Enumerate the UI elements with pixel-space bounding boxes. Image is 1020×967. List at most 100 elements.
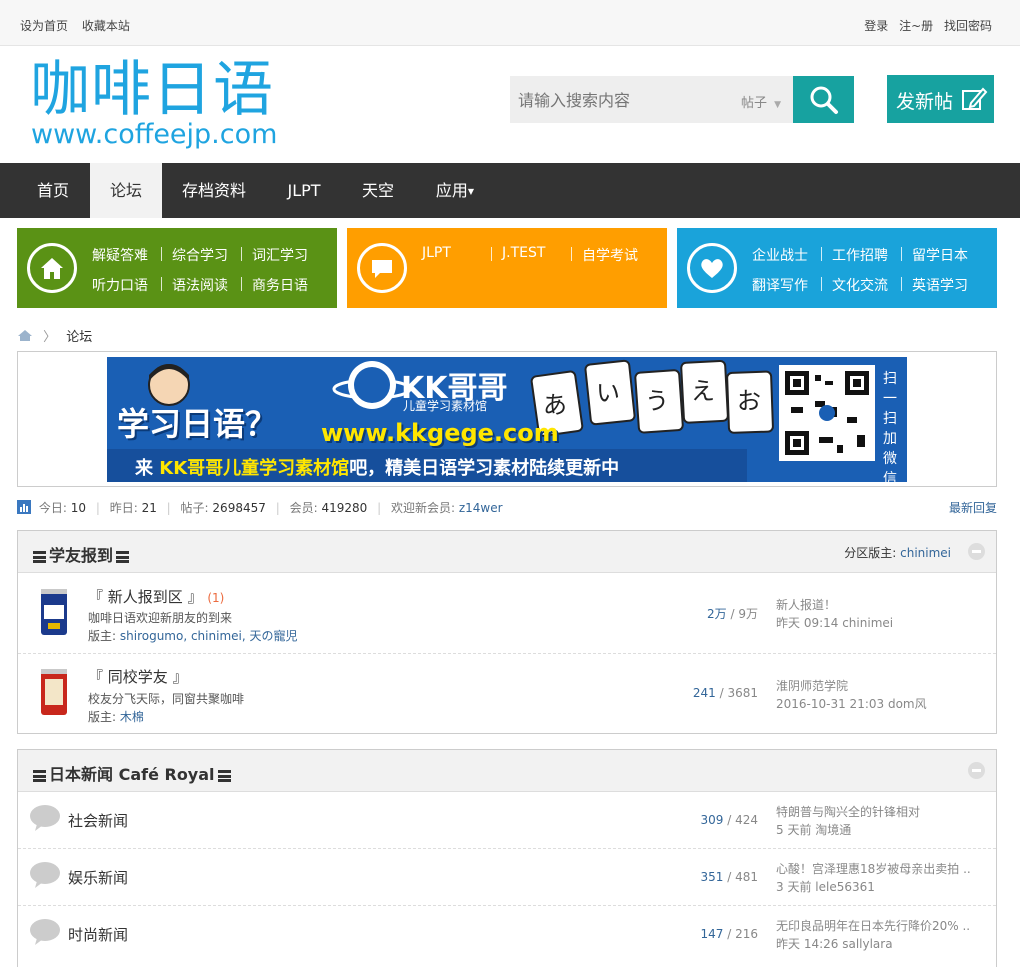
nav-archive[interactable]: 存档资料: [166, 163, 262, 218]
category-link-jlpt[interactable]: JLPT: [422, 245, 451, 261]
category-link-business[interactable]: 商务日语: [252, 275, 308, 295]
forum-row: 时尚新闻 147 / 216 无印良品明年在日本先行降价20% ... 昨天 1…: [18, 906, 996, 963]
breadcrumb-current[interactable]: 论坛: [66, 330, 92, 345]
forum-thumbnail-tea-can[interactable]: [40, 667, 68, 717]
bookmark-link[interactable]: 收藏本站: [82, 19, 130, 33]
forum-description: 咖啡日语欢迎新朋友的到来: [88, 611, 233, 625]
today-count: 10: [70, 501, 86, 515]
category-link-vocab[interactable]: 词汇学习: [252, 245, 308, 265]
category-link-general[interactable]: 综合学习: [172, 245, 228, 265]
post-count: 216: [735, 927, 758, 941]
forum-mod-label: 版主:: [88, 710, 117, 724]
category-box-life: 企业战士 工作招聘 留学日本 翻译写作 文化交流 英语学习: [677, 228, 997, 308]
menu-bars-icon: [33, 550, 46, 563]
new-post-button[interactable]: 发新帖: [887, 75, 994, 123]
set-homepage-link[interactable]: 设为首页: [20, 19, 68, 33]
search-box: 帖子 ▼: [510, 76, 793, 123]
category-link-grammar[interactable]: 语法阅读: [172, 275, 228, 295]
site-logo-url[interactable]: www.coffeejp.com: [31, 120, 277, 150]
post-count: 3681: [727, 686, 758, 700]
category-link-listening[interactable]: 听力口语: [92, 275, 148, 295]
nav-forum[interactable]: 论坛: [90, 163, 162, 218]
main-nav: 首页 论坛 存档资料 JLPT 天空 应用▼: [0, 163, 1020, 218]
last-post-meta[interactable]: 昨天 09:14 chinimei: [776, 614, 976, 631]
forum-title-link[interactable]: 社会新闻: [68, 810, 128, 831]
category-link-jobs[interactable]: 工作招聘: [832, 245, 888, 265]
forum-mod-label: 版主:: [88, 629, 117, 643]
forum-stats: 今日: 10 | 昨日: 21 | 帖子: 2698457 | 会员: 4192…: [17, 499, 503, 516]
forum-bubble-icon: [30, 805, 60, 831]
thread-count: 351: [700, 870, 724, 884]
collapse-icon[interactable]: [968, 543, 985, 560]
section-title[interactable]: 日本新闻 Café Royal: [30, 761, 234, 785]
kana-card-a: あ: [543, 391, 567, 419]
forum-thumbnail-coffee-can[interactable]: [40, 587, 68, 637]
newest-member-link[interactable]: z14wer: [459, 501, 503, 515]
kana-card-e: え: [691, 377, 715, 405]
post-count: 481: [735, 870, 758, 884]
nav-jlpt[interactable]: JLPT: [270, 163, 338, 218]
divider: |: [377, 501, 382, 515]
forum-bubble-icon: [30, 919, 60, 945]
divider: [821, 247, 822, 261]
forum-title-link[interactable]: 『 新人报到区 』 (1): [88, 586, 224, 607]
members-label: 会员:: [289, 501, 318, 515]
site-logo[interactable]: 咖啡日语: [30, 54, 274, 126]
last-post-title[interactable]: 无印良品明年在日本先行降价20% ...: [776, 917, 971, 934]
section-header: 学友报到 分区版主: chinimei: [18, 531, 996, 573]
category-link-translation[interactable]: 翻译写作: [752, 275, 808, 295]
home-icon[interactable]: [17, 329, 33, 342]
last-post-meta[interactable]: 5 天前 淘境通: [776, 821, 976, 838]
post-count: 9万: [738, 607, 758, 621]
last-post-title[interactable]: 新人报道！: [776, 596, 976, 613]
compose-icon: [962, 87, 988, 110]
search-input[interactable]: [518, 91, 718, 110]
divider: [491, 247, 492, 261]
forum-title-link[interactable]: 『 同校学友 』: [88, 666, 188, 687]
divider: |: [95, 501, 100, 515]
site-header: 咖啡日语 www.coffeejp.com 帖子 ▼ 发新帖: [0, 46, 1020, 163]
forum-row: 社会新闻 309 / 424 特朗普与陶兴全的针锋相对 5 天前 淘境通: [18, 792, 996, 849]
nav-sky[interactable]: 天空: [344, 163, 412, 218]
divider: [901, 277, 902, 291]
recover-password-link[interactable]: 找回密码: [944, 19, 992, 33]
category-link-study-abroad[interactable]: 留学日本: [912, 245, 968, 265]
last-post-meta[interactable]: 昨天 14:26 sallylara: [776, 935, 976, 952]
search-button[interactable]: [793, 76, 854, 123]
section-title-text: 学友报到: [49, 546, 114, 565]
search-type-select[interactable]: 帖子 ▼: [741, 92, 781, 111]
moderator-link[interactable]: chinimei: [900, 546, 951, 560]
last-post-title[interactable]: 特朗普与陶兴全的针锋相对: [776, 803, 976, 820]
forum-counts: 241 / 3681: [692, 686, 758, 700]
menu-bars-icon: [116, 550, 130, 563]
forum-mod-links[interactable]: 木棉: [120, 710, 144, 724]
nav-home[interactable]: 首页: [20, 163, 86, 218]
forum-title-link[interactable]: 时尚新闻: [68, 924, 128, 945]
last-post-title[interactable]: 心酸！宫泽理惠18岁被母亲出卖拍 ...: [776, 860, 971, 877]
latest-reply-link[interactable]: 最新回复: [949, 499, 997, 516]
register-link[interactable]: 注~册: [899, 19, 933, 33]
category-link-culture[interactable]: 文化交流: [832, 275, 888, 295]
forum-mod-links[interactable]: shirogumo, chinimei, 天の寵児: [120, 629, 298, 643]
forum-row: 『 新人报到区 』 (1) 咖啡日语欢迎新朋友的到来 版主: shirogumo…: [18, 573, 996, 654]
category-link-qa[interactable]: 解疑答难: [92, 245, 148, 265]
kkgege-banner-ad[interactable]: 学习日语？ KK哥哥 儿童学习素材馆 www.kkgege.com 来 KK哥哥…: [107, 357, 907, 482]
collapse-icon[interactable]: [968, 762, 985, 779]
thread-count: 241: [692, 686, 716, 700]
kana-card-o: お: [737, 387, 761, 415]
divider: |: [275, 501, 280, 515]
category-link-english[interactable]: 英语学习: [912, 275, 968, 295]
kana-card-u: う: [645, 387, 669, 415]
last-post-meta[interactable]: 2016-10-31 21:03 dom风: [776, 695, 976, 712]
login-link[interactable]: 登录: [864, 19, 888, 33]
category-link-enterprise[interactable]: 企业战士: [752, 245, 808, 265]
category-link-self-exam[interactable]: 自学考试: [582, 245, 638, 265]
section-title[interactable]: 学友报到: [30, 542, 132, 566]
forum-title-link[interactable]: 娱乐新闻: [68, 867, 128, 888]
last-post-title[interactable]: 淮阴师范学院: [776, 677, 976, 694]
nav-apps[interactable]: 应用▼: [420, 163, 490, 218]
forum-moderators: 版主: shirogumo, chinimei, 天の寵児: [88, 627, 297, 644]
category-link-jtest[interactable]: J.TEST: [502, 245, 545, 261]
breadcrumb-separator: 〉: [43, 330, 57, 345]
last-post-meta[interactable]: 3 天前 lele56361: [776, 878, 976, 895]
